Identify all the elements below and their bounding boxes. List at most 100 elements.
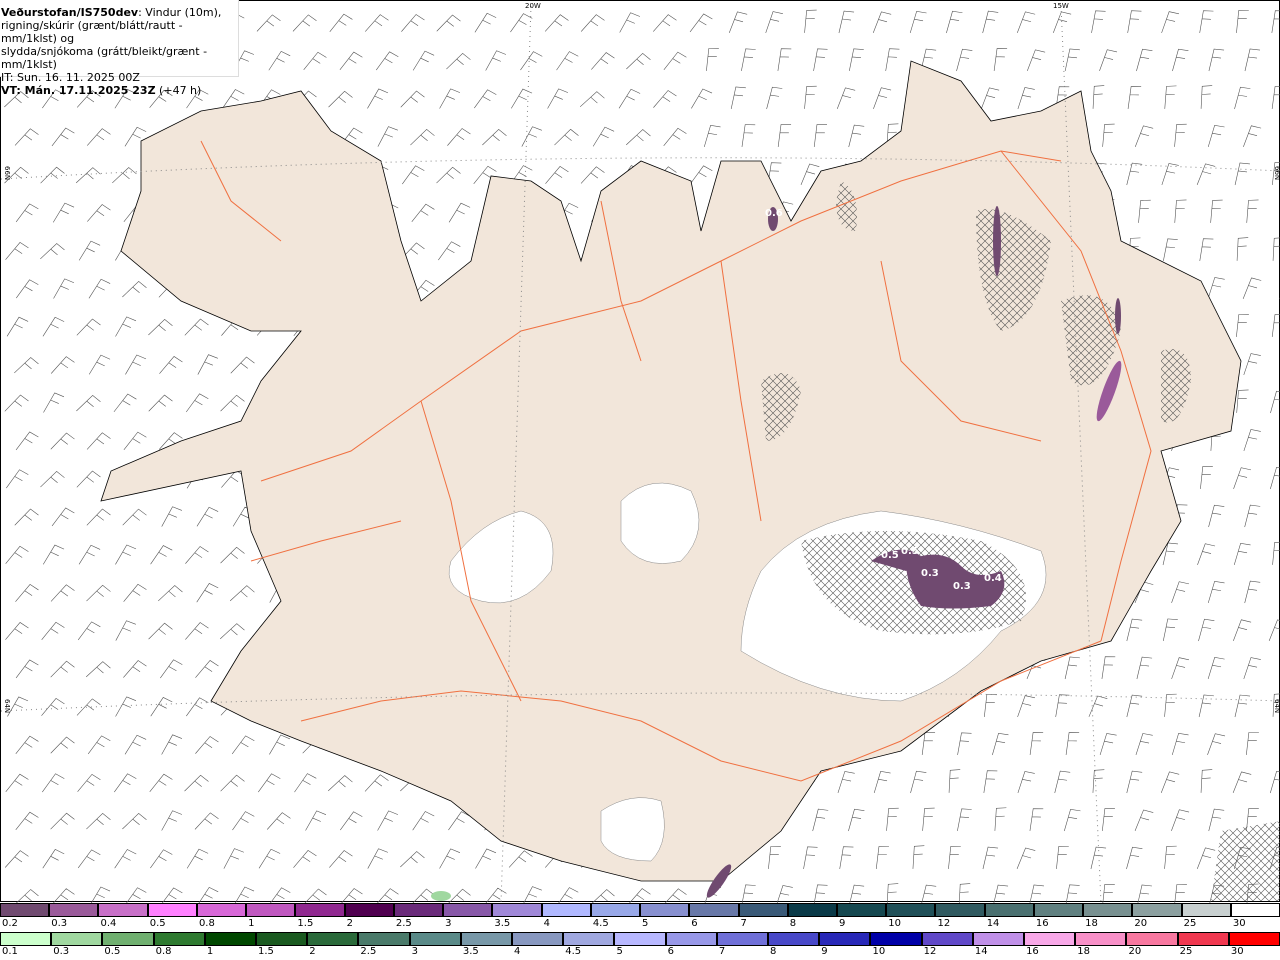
legend-swatch (256, 932, 308, 946)
wind-barb (268, 50, 291, 71)
wind-barb (508, 850, 533, 868)
legend-snow-labels: 0.2 0.3 0.4 0.5 0.8 1 1.5 2 2.5 3 3.5 4 4.5 5 6 7 8 9 10 12… (0, 918, 1280, 929)
wind-barb (328, 90, 353, 108)
wind-barb (1171, 732, 1189, 756)
wind-barb (1099, 49, 1118, 72)
wind-barb (125, 354, 147, 375)
wind-barb (956, 48, 973, 72)
wind-barb (1196, 163, 1216, 185)
legend-label: 1.5 (258, 946, 274, 957)
legend-swatch (512, 932, 564, 946)
legend-swatch (344, 903, 394, 917)
wind-barb (1171, 657, 1190, 680)
wind-barb (1138, 199, 1151, 223)
legend-swatch (393, 903, 444, 917)
wind-barb (1174, 884, 1187, 907)
wind-barb (556, 887, 579, 907)
legend-swatch (98, 903, 148, 917)
wind-barb (6, 469, 29, 489)
legend-label: 0.3 (51, 918, 68, 929)
wind-barb (873, 87, 892, 109)
wind-barb (777, 124, 792, 147)
wind-barb (1164, 85, 1177, 109)
wind-barb (76, 395, 101, 412)
wind-barb (812, 808, 829, 832)
wind-barb (1271, 10, 1280, 34)
wind-barb (340, 811, 363, 831)
wind-barb (194, 812, 219, 830)
legend-label: 25 (1179, 946, 1193, 957)
weather-map: 20W 15W 66N 64N 66N 64N 0.6 0.5 0.5 0.3 … (0, 0, 1280, 908)
wind-barb (89, 886, 111, 907)
wind-barb (922, 807, 935, 831)
wind-barb (5, 773, 29, 792)
wind-barb (160, 659, 183, 679)
legend-swatch (409, 932, 461, 946)
wind-barb (1236, 9, 1249, 33)
wind-barb (447, 128, 471, 146)
wind-barb (412, 50, 435, 71)
wind-barb (86, 508, 111, 526)
wind-barb (122, 812, 147, 830)
precip-value: 0.5 (901, 546, 919, 557)
legend-label: 9 (821, 946, 828, 957)
legend-swatch (196, 903, 247, 917)
legend-swatch (1083, 903, 1133, 917)
wind-barb (229, 585, 255, 602)
wind-barb (958, 883, 971, 907)
wind-barb (946, 10, 963, 34)
wind-barb (813, 884, 828, 908)
wind-barb (482, 129, 507, 146)
wind-barb (329, 13, 353, 32)
wind-barb (1126, 846, 1143, 870)
wind-barb (195, 736, 219, 754)
wind-barb (839, 846, 854, 870)
legend-label: 2.5 (360, 946, 377, 957)
wind-barb (77, 849, 101, 869)
wind-barb (1244, 48, 1261, 72)
wind-barb (1271, 86, 1280, 109)
wind-barb (982, 10, 999, 34)
wind-barb (957, 732, 972, 756)
wind-barb (803, 846, 818, 870)
wind-barb (592, 126, 615, 147)
wind-barb (1017, 87, 1035, 110)
wind-barb (1065, 884, 1080, 908)
wind-barb (400, 851, 425, 868)
wind-barb (122, 281, 147, 298)
wind-barb (5, 622, 29, 640)
wind-barb (86, 584, 111, 602)
wind-barb (123, 431, 147, 451)
wind-barb (14, 128, 39, 146)
wind-barb (1135, 733, 1153, 756)
wind-barb (1161, 11, 1180, 34)
wind-barb (689, 165, 713, 185)
wind-barb (411, 203, 435, 222)
wind-barb (1270, 390, 1280, 414)
wind-barb (1134, 125, 1154, 147)
wind-barb (377, 810, 399, 831)
wind-barb (627, 888, 651, 906)
legend-label: 18 (1085, 918, 1098, 929)
legend-swatch (1126, 932, 1178, 946)
wind-barb (912, 845, 925, 869)
wind-barb (590, 889, 615, 906)
legend-label: 2 (346, 918, 354, 929)
wind-barb (41, 621, 65, 640)
wind-barb (1270, 770, 1280, 794)
wind-barb (1064, 48, 1080, 72)
legend-label: 30 (1232, 918, 1246, 929)
lat-label-64n-right: 64N (1273, 699, 1280, 714)
wind-barb (185, 546, 209, 564)
wind-barb (115, 696, 137, 717)
wind-barb (984, 694, 997, 717)
wind-barb (1101, 656, 1116, 680)
wind-barb (114, 849, 137, 869)
wind-barb (232, 811, 255, 831)
wind-barb (50, 888, 75, 906)
wind-barb (804, 9, 817, 33)
legend-swatch (102, 932, 154, 946)
wind-barb (1233, 619, 1252, 641)
iceland-land (100, 60, 1242, 882)
map-title-box: Veðurstofan/IS750dev: Vindur (10m), rign… (0, 0, 239, 97)
